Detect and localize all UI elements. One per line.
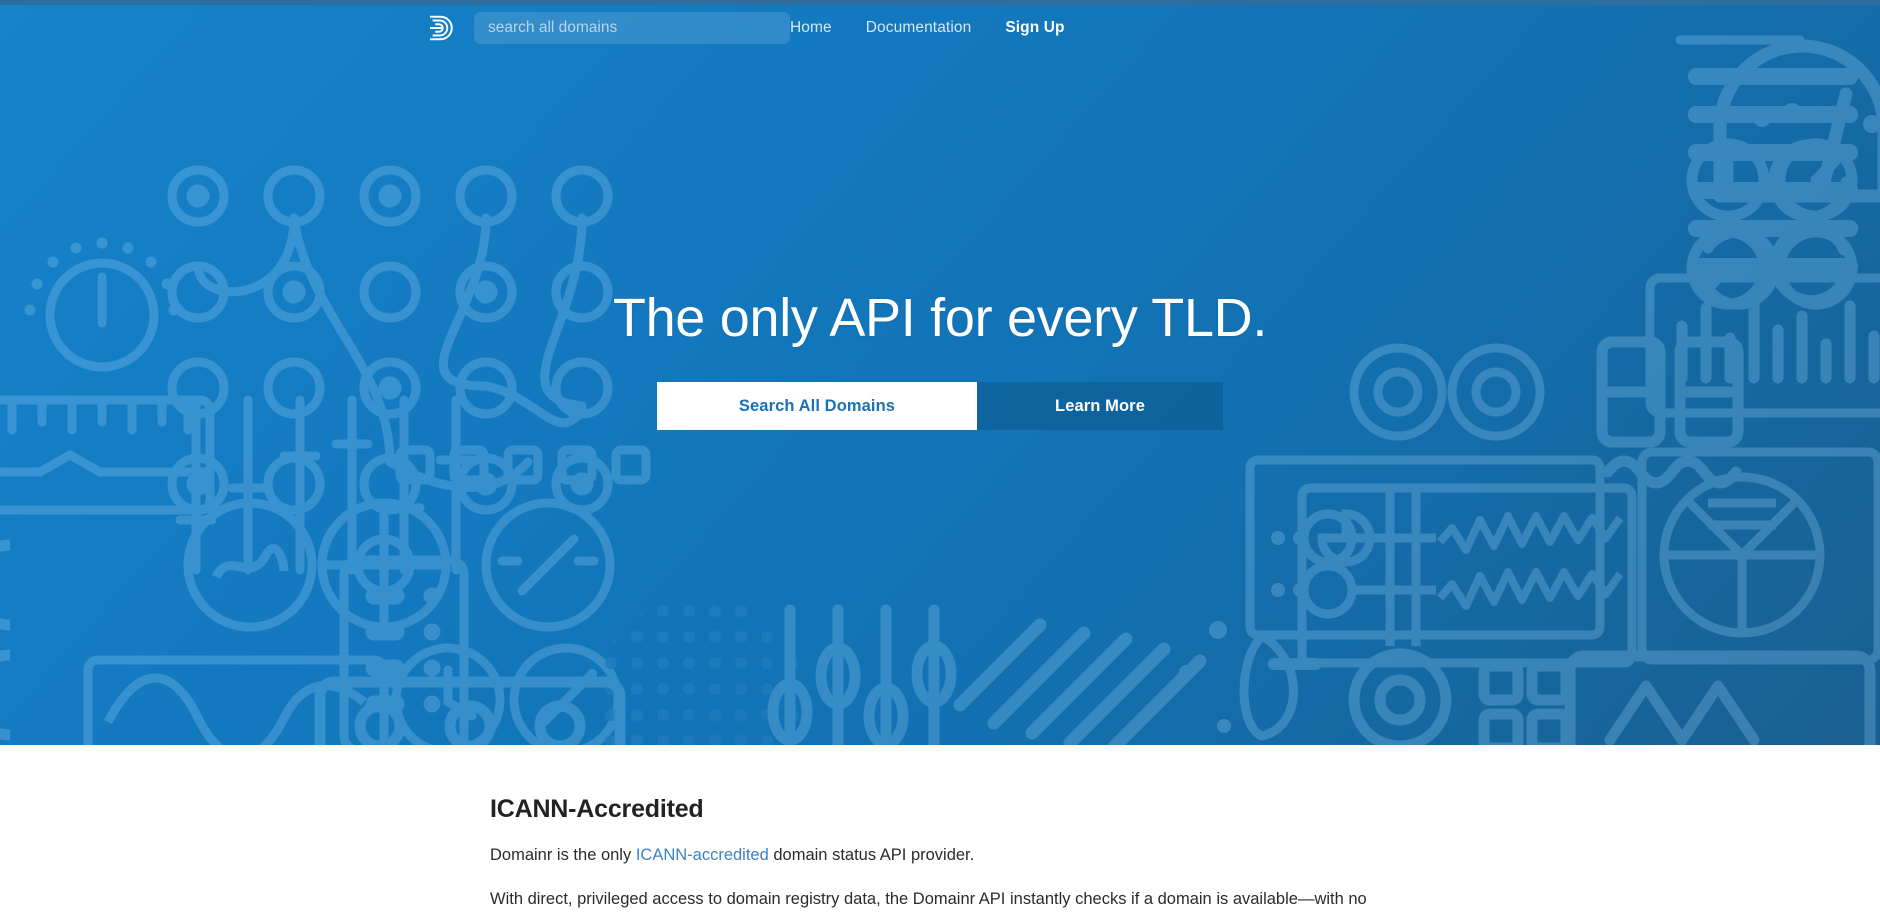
paragraph-text-after: domain status API provider. [768,846,975,864]
hero-headline: The only API for every TLD. [612,287,1268,348]
navbar: Home Documentation Sign Up [0,0,1880,56]
content-inner: ICANN-Accredited Domainr is the only ICA… [490,745,1490,912]
paragraph-text-before: Domainr is the only [490,846,636,864]
navbar-links: Home Documentation Sign Up [790,19,1065,37]
nav-link-home[interactable]: Home [790,19,832,37]
hero-section: Home Documentation Sign Up The only API … [0,0,1880,745]
hero-content: The only API for every TLD. Search All D… [0,0,1880,745]
content-section: ICANN-Accredited Domainr is the only ICA… [0,745,1880,916]
paragraph-registry-access: With direct, privileged access to domain… [490,889,1367,908]
search-all-domains-button[interactable]: Search All Domains [657,382,977,431]
paragraph-icann-intro: Domainr is the only ICANN-accredited dom… [490,844,1490,868]
section-title-icann-accredited: ICANN-Accredited [490,795,704,823]
window-top-edge [0,0,1880,5]
search-input[interactable] [474,12,790,44]
hero-cta-row: Search All Domains Learn More [657,382,1223,431]
nav-link-documentation[interactable]: Documentation [866,19,972,37]
domainr-logo-icon[interactable] [424,13,454,43]
navbar-left-group [424,12,790,44]
icann-accredited-link[interactable]: ICANN-accredited [636,846,769,864]
learn-more-button[interactable]: Learn More [977,382,1223,431]
nav-link-sign-up[interactable]: Sign Up [1005,19,1064,37]
page-root: Home Documentation Sign Up The only API … [0,0,1880,916]
